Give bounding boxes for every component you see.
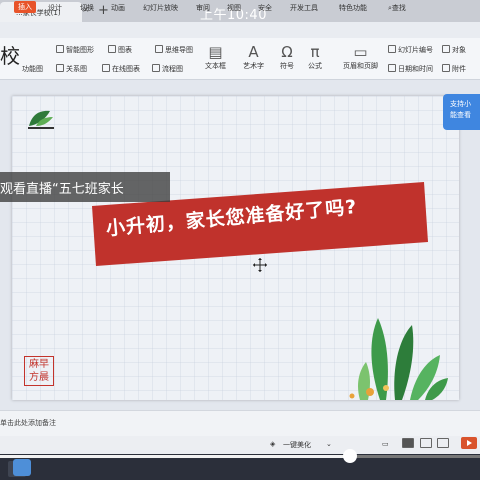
video-app-icon[interactable] — [13, 459, 31, 476]
object-button[interactable]: 对象 — [442, 45, 466, 55]
menu-transition[interactable]: 切换 — [80, 3, 94, 13]
seal-stamp: 麻早 方晨 — [24, 356, 54, 386]
menu-design[interactable]: 设计 — [48, 3, 62, 13]
plant-decoration — [349, 318, 448, 400]
chart-button[interactable]: 图表 — [108, 45, 132, 55]
date-time-button[interactable]: 日期和时间 — [388, 64, 433, 74]
textbox-icon: ▤ — [208, 43, 223, 61]
menu-search[interactable]: ⌕查找 — [388, 3, 406, 13]
reading-view-button[interactable] — [437, 438, 449, 448]
attachment-button[interactable]: 附件 — [442, 64, 466, 74]
online-chart-icon — [102, 64, 110, 72]
notice-line-2: 能查看 — [450, 111, 471, 119]
chevron-down-icon[interactable]: ⌄ — [326, 440, 332, 448]
header-footer-button[interactable]: ▭ 页眉和页脚 — [343, 43, 378, 71]
live-caption-text: 观看直播“五七班家长 — [0, 182, 124, 197]
new-tab-button[interactable]: + — [98, 3, 109, 18]
flowchart-button[interactable]: 流程图 — [152, 64, 183, 74]
progress-fill — [0, 455, 350, 458]
chart-icon — [108, 45, 116, 53]
mind-map-button[interactable]: 思维导图 — [155, 45, 193, 55]
normal-view-button[interactable] — [402, 438, 414, 448]
side-notice[interactable]: 支持小 能查看 — [443, 94, 480, 130]
menu-insert[interactable]: 插入 — [14, 1, 36, 13]
ribbon-menu-bar — [0, 22, 480, 38]
beautify-button[interactable]: 一键美化 — [283, 440, 311, 450]
symbol-button[interactable]: Ω 符号 — [280, 43, 294, 71]
art-text-button[interactable]: A 艺术字 — [243, 43, 264, 71]
date-time-icon — [388, 64, 396, 72]
menu-animation[interactable]: 动画 — [111, 3, 125, 13]
object-icon — [442, 45, 450, 53]
formula-icon: π — [310, 43, 320, 61]
menu-view[interactable]: 视图 — [227, 3, 241, 13]
notes-placeholder[interactable]: 单击此处添加备注 — [0, 418, 56, 428]
smart-graphic-icon — [56, 45, 64, 53]
formula-button[interactable]: π 公式 — [308, 43, 322, 71]
header-footer-icon: ▭ — [353, 43, 368, 61]
menu-special-features[interactable]: 特色功能 — [339, 3, 367, 13]
sorter-view-button[interactable] — [420, 438, 432, 448]
art-text-icon: A — [248, 43, 259, 61]
menu-review[interactable]: 审阅 — [196, 3, 210, 13]
notice-line-1: 支持小 — [450, 100, 471, 108]
play-slideshow-button[interactable] — [461, 437, 477, 449]
relation-graph-icon — [56, 64, 64, 72]
smart-graphic-button[interactable]: 智能图形 — [56, 45, 94, 55]
symbol-icon: Ω — [281, 43, 293, 61]
textbox-button[interactable]: ▤ 文本框 — [205, 43, 226, 71]
leaf-logo-icon — [28, 110, 54, 129]
progress-knob[interactable] — [343, 449, 357, 463]
menu-slideshow[interactable]: 幻灯片放映 — [143, 3, 178, 13]
slide-title-fragment: 校 — [0, 44, 20, 68]
attachment-icon — [442, 64, 450, 72]
beautify-icon[interactable]: ◈ — [270, 440, 275, 448]
slide-number-icon — [388, 45, 396, 53]
menu-security[interactable]: 安全 — [258, 3, 272, 13]
flowchart-icon — [152, 64, 160, 72]
relation-graph-button[interactable]: 关系图 — [56, 64, 87, 74]
online-chart-button[interactable]: 在线图表 — [102, 64, 140, 74]
notes-toggle-icon[interactable]: ▭ — [382, 440, 389, 448]
slide-number-button[interactable]: 幻灯片编号 — [388, 45, 433, 55]
notes-pane[interactable] — [0, 410, 480, 436]
move-cursor-icon — [253, 258, 267, 272]
document-tab[interactable]: ...家长学校(1) — [0, 2, 82, 22]
menu-developer-tools[interactable]: 开发工具 — [290, 3, 318, 13]
mind-map-icon — [155, 45, 163, 53]
function-graph-button[interactable]: 功能图 — [22, 64, 43, 74]
